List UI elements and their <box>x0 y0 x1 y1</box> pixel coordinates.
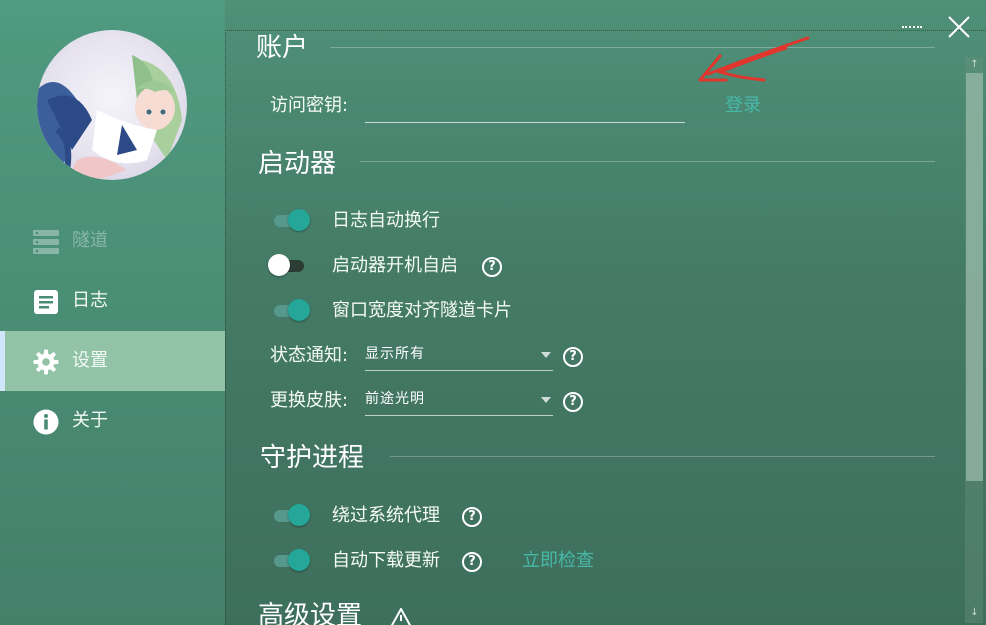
skin-select[interactable]: 前途光明 <box>365 387 553 416</box>
section-title-launcher: 启动器 <box>258 149 337 179</box>
align-width-toggle[interactable] <box>272 298 312 322</box>
chevron-down-icon <box>541 352 551 358</box>
autostart-label: 启动器开机自启 <box>332 255 458 276</box>
sidebar-item-tunnels[interactable]: 隧道 <box>0 211 225 271</box>
sidebar-item-label: 关于 <box>72 410 108 431</box>
skin-label: 更换皮肤: <box>270 390 349 411</box>
section-title-advanced: 高级设置 <box>258 601 363 625</box>
sidebar-item-label: 日志 <box>72 290 108 311</box>
scroll-down-icon[interactable]: ↓ <box>966 606 983 620</box>
bypass-proxy-toggle[interactable] <box>272 503 312 527</box>
close-icon[interactable] <box>946 14 972 40</box>
login-link[interactable]: 登录 <box>725 94 761 118</box>
autostart-toggle[interactable] <box>268 253 308 277</box>
sidebar: 隧道 日志 设置 关于 <box>0 0 225 625</box>
log-wrap-toggle[interactable] <box>272 208 312 232</box>
auto-update-toggle[interactable] <box>272 548 312 572</box>
help-icon[interactable]: ? <box>563 347 583 367</box>
section-title-daemon: 守护进程 <box>260 443 365 473</box>
gear-icon <box>33 349 59 375</box>
align-width-label: 窗口宽度对齐隧道卡片 <box>332 300 512 321</box>
bypass-proxy-label: 绕过系统代理 <box>332 505 440 526</box>
avatar <box>37 30 187 180</box>
sidebar-item-label: 隧道 <box>72 230 108 251</box>
scrollbar-thumb[interactable] <box>966 73 983 481</box>
divider <box>360 161 935 162</box>
scroll-up-icon[interactable]: ↑ <box>966 58 983 72</box>
notify-label: 状态通知: <box>270 345 349 366</box>
chevron-down-icon <box>541 397 551 403</box>
check-now-link[interactable]: 立即检查 <box>522 549 594 573</box>
sidebar-item-label: 设置 <box>72 350 108 371</box>
section-title-account: 账户 <box>256 33 309 63</box>
sidebar-item-logs[interactable]: 日志 <box>0 271 225 331</box>
dotted-menu-icon[interactable] <box>902 26 922 32</box>
help-icon[interactable]: ? <box>462 552 482 572</box>
notify-select[interactable]: 显示所有 <box>365 342 553 371</box>
log-wrap-label: 日志自动换行 <box>332 210 440 231</box>
warning-icon <box>390 608 412 625</box>
sidebar-item-settings[interactable]: 设置 <box>0 331 225 391</box>
divider <box>330 47 935 48</box>
settings-window: 隧道 日志 设置 关于 账户 访问密钥: 登录 启动器 日志自动换行 启动器开机… <box>0 0 986 625</box>
info-icon <box>33 409 59 435</box>
log-icon <box>34 290 58 314</box>
skin-select-value: 前途光明 <box>365 391 425 407</box>
help-icon[interactable]: ? <box>563 392 583 412</box>
annotation-arrow-icon <box>698 36 810 82</box>
access-key-input[interactable] <box>365 92 685 123</box>
help-icon[interactable]: ? <box>482 257 502 277</box>
server-icon <box>33 230 59 254</box>
help-icon[interactable]: ? <box>462 507 482 527</box>
divider <box>390 456 935 457</box>
notify-select-value: 显示所有 <box>365 346 425 362</box>
access-key-label: 访问密钥: <box>270 95 349 116</box>
sidebar-item-about[interactable]: 关于 <box>0 391 225 451</box>
auto-update-label: 自动下载更新 <box>332 550 440 571</box>
